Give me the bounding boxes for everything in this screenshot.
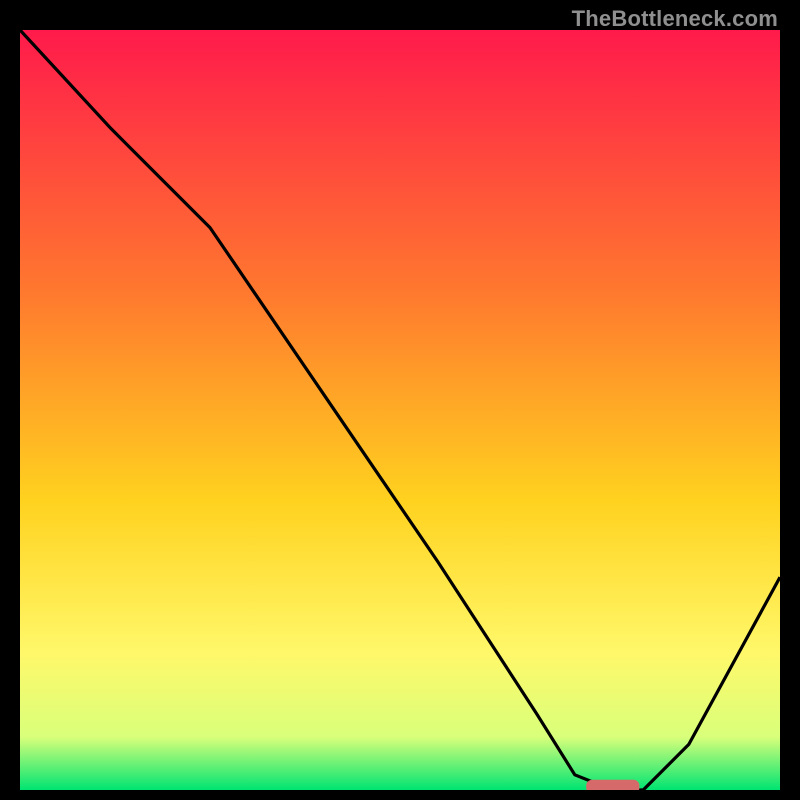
chart-frame xyxy=(20,30,780,790)
gradient-background xyxy=(20,30,780,790)
chart-svg xyxy=(20,30,780,790)
optimal-range-marker xyxy=(586,780,639,790)
watermark-text: TheBottleneck.com xyxy=(572,6,778,32)
